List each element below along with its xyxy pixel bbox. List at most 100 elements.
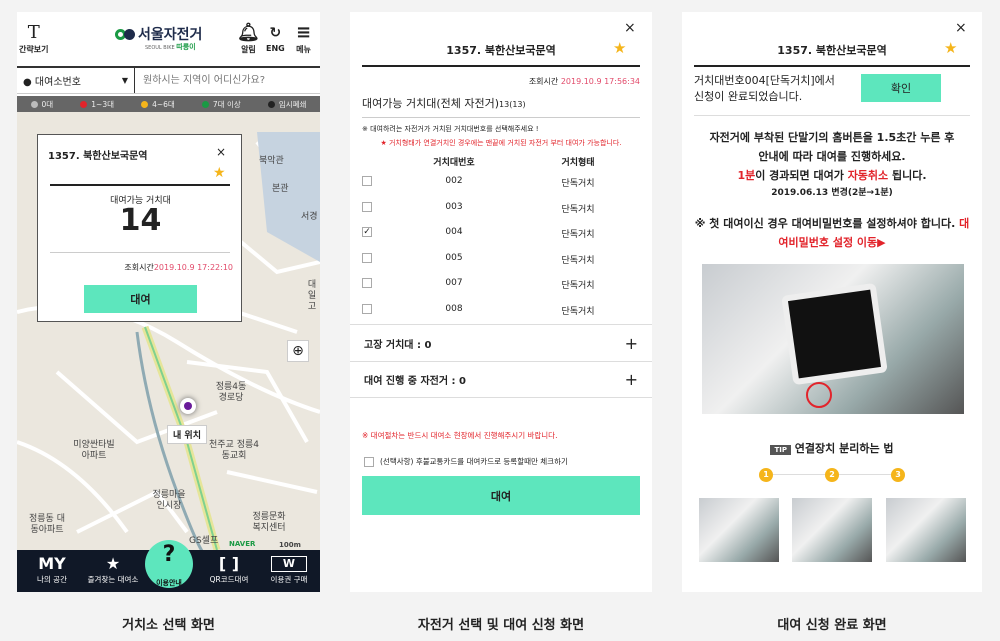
station-type-select[interactable]: ● 대여소번호 ▼ bbox=[17, 68, 135, 93]
dropdown-icon: ▼ bbox=[121, 76, 128, 85]
my-icon: MY bbox=[38, 554, 66, 573]
available-count: 13(13) bbox=[499, 100, 526, 109]
nav-label: 이용권 구매 bbox=[270, 575, 308, 584]
table-row[interactable]: ✓ 004 단독거치 bbox=[362, 227, 640, 240]
menu-button[interactable]: ≡ 메뉴 bbox=[296, 22, 311, 55]
nav-my-space[interactable]: MY 나의 공간 bbox=[27, 554, 77, 585]
checkbox-label: (선택사항) 후불교통카드를 대여카드로 등록할때만 체크하기 bbox=[380, 457, 568, 466]
dock-number: 008 bbox=[445, 303, 463, 314]
dock-checkbox[interactable] bbox=[362, 252, 372, 263]
guide-line-2: 안내에 따라 대여를 진행하세요. bbox=[758, 150, 906, 163]
dock-number: 002 bbox=[445, 176, 463, 186]
broken-docks-section[interactable]: 고장 거치대 : 0 + bbox=[350, 324, 652, 361]
hamburger-icon: ≡ bbox=[296, 22, 312, 43]
nav-label: QR코드대여 bbox=[209, 575, 249, 584]
step-1-photo bbox=[699, 498, 779, 562]
select-notice: ※ 대여하려는 자전거가 거치된 거치대번호를 선택해주세요 ! bbox=[362, 125, 539, 133]
dock-checkbox[interactable] bbox=[362, 201, 372, 212]
legend-dot bbox=[267, 101, 275, 108]
seoul-bike-logo[interactable]: 서울자전거 bbox=[115, 24, 202, 44]
rent-button[interactable]: 대여 bbox=[362, 476, 640, 515]
station-title: 1357. 북한산보국문역 bbox=[777, 44, 887, 57]
guide-line-1: 자전거에 부착된 단말기의 홈버튼을 1.5초간 누른 후 bbox=[709, 131, 955, 144]
legend-label: 임시폐쇄 bbox=[278, 99, 307, 109]
dock-type: 단독거치 bbox=[561, 179, 595, 189]
alarm-button[interactable]: 🔔︎ 알림 bbox=[237, 22, 260, 55]
nav-buy-pass[interactable]: W 이용권 구매 bbox=[261, 554, 317, 585]
dock-checkbox[interactable] bbox=[362, 176, 372, 186]
linked-dock-notice: ★ 거치형태가 연결거치인 경우에는 맨끝에 거치된 자전거 부터 대여가 가능… bbox=[380, 139, 622, 147]
close-icon[interactable]: × bbox=[624, 20, 636, 36]
favorite-star-icon[interactable]: ★ bbox=[944, 39, 957, 57]
table-row[interactable]: 002 단독거치 bbox=[362, 176, 640, 189]
ticket-icon: W bbox=[271, 556, 307, 572]
star-icon: ★ bbox=[105, 554, 121, 573]
nav-qr-rent[interactable]: [ ] QR코드대여 bbox=[199, 554, 259, 585]
station-select-screen: T 간략보기 서울자전거 SEOUL BIKE 따릉이 🔔︎ 알림 ↻ ENG ≡ 메뉴… bbox=[17, 12, 320, 592]
dock-checkbox[interactable]: ✓ bbox=[362, 227, 372, 237]
table-row[interactable]: 005 단독거치 bbox=[362, 252, 640, 266]
step-1-badge: 1 bbox=[759, 468, 773, 482]
locate-me-button[interactable]: ⊕ bbox=[287, 340, 309, 362]
password-notice: ※ 첫 대여이신 경우 대여비밀번호를 설정하셔야 합니다. 대여비밀번호 설정… bbox=[694, 217, 970, 249]
my-location-label: 내 위치 bbox=[167, 425, 207, 444]
pin-icon: ● bbox=[23, 77, 32, 88]
alarm-label: 알림 bbox=[241, 45, 256, 54]
map-label: GS셀프 bbox=[189, 536, 219, 546]
confirm-button[interactable]: 확인 bbox=[861, 74, 941, 102]
legend-item: 7대 이상 bbox=[201, 99, 241, 110]
lookup-time: 2019.10.9 17:56:34 bbox=[560, 77, 640, 86]
dock-type: 단독거치 bbox=[561, 204, 595, 215]
table-row[interactable]: 008 단독거치 bbox=[362, 303, 640, 317]
close-icon[interactable]: × bbox=[216, 145, 226, 159]
favorite-star-icon[interactable]: ★ bbox=[213, 165, 226, 181]
region-search-input[interactable] bbox=[135, 68, 320, 93]
dock-type: 단독거치 bbox=[561, 230, 595, 240]
table-row[interactable]: 003 단독거치 bbox=[362, 201, 640, 215]
in-progress-section[interactable]: 대여 진행 중 자전거 : 0 + bbox=[350, 361, 652, 398]
expand-plus-icon[interactable]: + bbox=[625, 370, 638, 389]
eng-button[interactable]: ↻ ENG bbox=[266, 22, 285, 53]
nav-label: 이용안내 bbox=[156, 579, 182, 587]
dock-checkbox[interactable] bbox=[362, 278, 372, 288]
available-count: 14 bbox=[119, 203, 162, 238]
map-label: 대일 고 bbox=[307, 280, 317, 312]
rent-complete-screen: × 1357. 북한산보국문역 ★ 거치대번호004[단독거치]에서 신청이 완료… bbox=[682, 12, 982, 592]
map-label: 정릉문화 복지센터 bbox=[252, 512, 286, 533]
station-title: 1357. 북한산보국문역 bbox=[48, 151, 148, 162]
caption-station-select: 거치소 선택 화면 bbox=[122, 618, 215, 633]
simple-view-button[interactable]: T 간략보기 bbox=[19, 22, 48, 55]
favorite-star-icon[interactable]: ★ bbox=[613, 39, 626, 57]
my-location-marker bbox=[180, 398, 196, 414]
legend-label: 1~3대 bbox=[91, 99, 115, 109]
logo-text: 서울자전거 bbox=[138, 27, 203, 43]
home-button-highlight bbox=[806, 382, 832, 408]
terminal-photo bbox=[702, 264, 964, 414]
available-label: 대여가능 거치대(전체 자전거) bbox=[362, 97, 500, 110]
dock-number: 003 bbox=[445, 201, 463, 212]
expand-plus-icon[interactable]: + bbox=[625, 334, 638, 353]
time-label: 조회시간 bbox=[528, 77, 559, 86]
postpaid-card-option[interactable]: (선택사항) 후불교통카드를 대여카드로 등록할때만 체크하기 bbox=[364, 456, 568, 467]
dock-type: 단독거치 bbox=[561, 281, 595, 291]
close-icon[interactable]: × bbox=[955, 20, 967, 36]
legend-dot bbox=[141, 101, 149, 108]
dock-type: 단독거치 bbox=[561, 306, 595, 317]
dock-checkbox[interactable] bbox=[362, 303, 372, 314]
step-3-photo bbox=[886, 498, 966, 562]
nav-guide[interactable]: ? 이용안내 bbox=[145, 540, 193, 588]
text-icon: T bbox=[27, 22, 40, 43]
checkbox[interactable] bbox=[364, 456, 374, 467]
legend-item: 임시폐쇄 bbox=[267, 99, 307, 110]
eng-label: ENG bbox=[266, 44, 285, 53]
legend-bar: 0대 1~3대 4~6대 7대 이상 임시폐쇄 bbox=[17, 96, 320, 112]
help-icon: ? bbox=[162, 542, 176, 567]
rent-button[interactable]: 대여 bbox=[84, 285, 197, 313]
legend-label: 0대 bbox=[41, 99, 54, 109]
nav-favorites[interactable]: ★ 즐겨찾는 대여소 bbox=[79, 554, 147, 585]
table-row[interactable]: 007 단독거치 bbox=[362, 278, 640, 291]
station-popup: 1357. 북한산보국문역 × ★ 대여가능 거치대 14 조회시간2019.1… bbox=[37, 134, 242, 322]
bell-icon: 🔔︎ bbox=[237, 22, 260, 43]
complete-message: 거치대번호004[단독거치]에서 신청이 완료되었습니다. bbox=[694, 74, 835, 103]
map[interactable]: 북악관 본관 서경 대일 고 정릉4동 경로당 내 위치 천주교 정릉4동교회 … bbox=[17, 112, 320, 550]
